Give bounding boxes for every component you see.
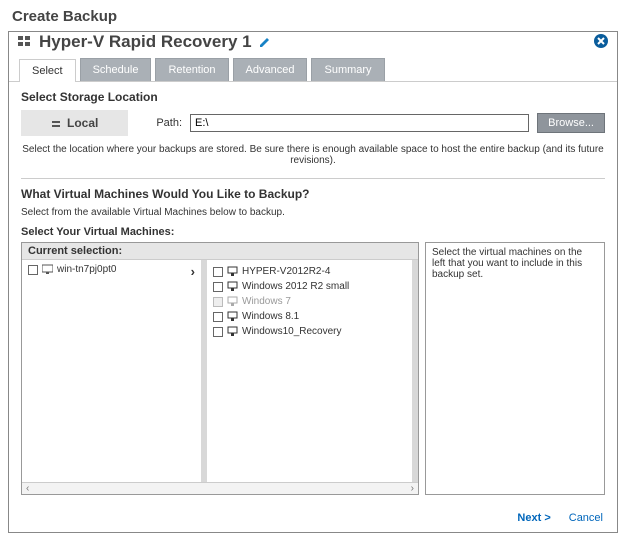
vm-heading: What Virtual Machines Would You Like to …	[21, 187, 605, 201]
vm-name: Windows 8.1	[242, 311, 299, 322]
vm-subtext: Select from the available Virtual Machin…	[21, 207, 605, 218]
vm-checkbox[interactable]	[213, 312, 223, 322]
vm-name: Windows10_Recovery	[242, 326, 342, 337]
vm-icon	[227, 296, 238, 307]
vm-checkbox[interactable]	[213, 327, 223, 337]
vm-icon	[227, 326, 238, 337]
vm-icon	[227, 266, 238, 277]
vm-icon	[227, 281, 238, 292]
host-icon	[42, 264, 53, 275]
vm-select-label: Select Your Virtual Machines:	[21, 226, 605, 238]
vm-tree: Current selection: win-tn7pj0pt0 ›	[21, 242, 419, 495]
backup-app-icon	[17, 34, 33, 50]
list-item[interactable]: Windows 8.1	[213, 309, 406, 324]
list-item[interactable]: HYPER-V2012R2-4	[213, 264, 406, 279]
browse-button[interactable]: Browse...	[537, 113, 605, 133]
tab-advanced[interactable]: Advanced	[233, 58, 308, 81]
disk-icon	[51, 118, 61, 128]
host-name: win-tn7pj0pt0	[57, 264, 116, 275]
vm-icon	[227, 311, 238, 322]
backup-name-text: Hyper-V Rapid Recovery 1	[39, 32, 252, 52]
tab-summary[interactable]: Summary	[311, 58, 384, 81]
tab-select[interactable]: Select	[19, 59, 76, 82]
local-label: Local	[67, 116, 98, 130]
vm-checkbox[interactable]	[213, 267, 223, 277]
horizontal-scrollbar[interactable]: ‹ ›	[22, 482, 418, 494]
vm-checkbox	[213, 297, 223, 307]
scroll-left-icon[interactable]: ‹	[26, 483, 29, 494]
close-icon[interactable]	[593, 33, 609, 52]
vm-checkbox[interactable]	[213, 282, 223, 292]
path-input[interactable]	[190, 114, 529, 132]
list-item: Windows 7	[213, 294, 406, 309]
list-item[interactable]: Windows10_Recovery	[213, 324, 406, 339]
page-title: Create Backup	[8, 4, 618, 31]
tab-retention[interactable]: Retention	[155, 58, 228, 81]
vm-name: HYPER-V2012R2-4	[242, 266, 330, 277]
tree-header: Current selection:	[22, 243, 418, 260]
scroll-right-icon[interactable]: ›	[411, 483, 414, 494]
path-label: Path:	[156, 117, 182, 129]
storage-heading: Select Storage Location	[21, 90, 605, 104]
vm-list: HYPER-V2012R2-4 Windows 2012 R2 small Wi…	[207, 260, 418, 482]
storage-hint: Select the location where your backups a…	[21, 144, 605, 166]
vm-name: Windows 2012 R2 small	[242, 281, 349, 292]
chevron-right-icon[interactable]: ›	[191, 264, 195, 279]
list-item[interactable]: Windows 2012 R2 small	[213, 279, 406, 294]
tab-schedule[interactable]: Schedule	[80, 58, 152, 81]
divider	[21, 178, 605, 179]
host-item[interactable]: win-tn7pj0pt0	[28, 264, 116, 275]
side-help-panel: Select the virtual machines on the left …	[425, 242, 605, 495]
dialog-frame: Hyper-V Rapid Recovery 1 Select Schedule…	[8, 31, 618, 533]
host-checkbox[interactable]	[28, 265, 38, 275]
edit-icon[interactable]	[258, 35, 272, 49]
tabs-bar: Select Schedule Retention Advanced Summa…	[9, 58, 617, 82]
vm-name: Windows 7	[242, 296, 291, 307]
local-storage-option[interactable]: Local	[21, 110, 128, 136]
